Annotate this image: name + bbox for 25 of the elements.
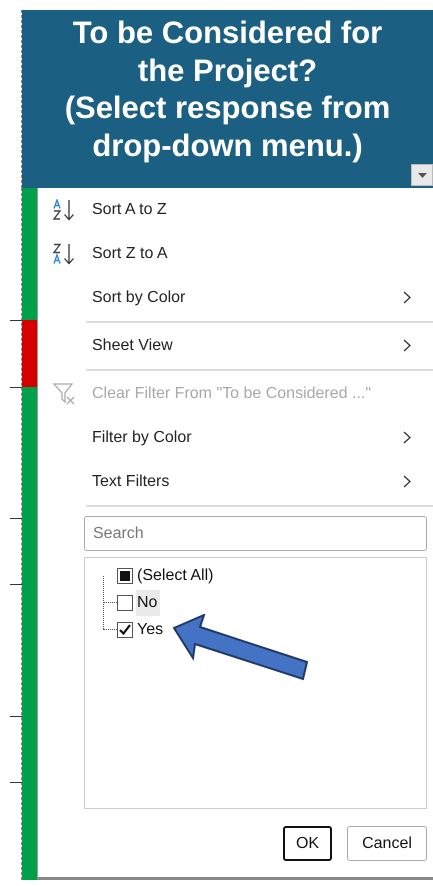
dialog-button[interactable]: OK: [283, 826, 332, 861]
sort-descending-icon: [53, 243, 77, 265]
sort-ascending-icon: [53, 199, 77, 221]
menu-item[interactable]: Sort Z to A: [38, 232, 433, 276]
chevron-right-icon: [403, 475, 411, 488]
menu-item[interactable]: Sort by Color: [38, 276, 433, 320]
checkbox[interactable]: [117, 568, 133, 584]
header-title: To be Considered for the Project? (Select response from drop-down menu.): [64, 14, 392, 164]
value-option[interactable]: Yes: [136, 616, 166, 642]
chevron-right-icon: [403, 291, 411, 304]
dialog-button[interactable]: Cancel: [347, 826, 427, 861]
menu-item[interactable]: Sort A to Z: [38, 188, 433, 232]
filter-clear-icon: [53, 382, 77, 406]
checkbox[interactable]: [117, 594, 133, 610]
chevron-right-icon: [403, 431, 411, 444]
menu-item[interactable]: Sheet View: [38, 324, 433, 368]
value-option[interactable]: No: [136, 590, 160, 616]
caret-icon: [418, 172, 426, 178]
value-option[interactable]: (Select All): [136, 562, 216, 588]
search-field[interactable]: Search: [84, 516, 427, 551]
menu-item[interactable]: Text Filters: [38, 460, 433, 504]
filter-dropdown-button[interactable]: [411, 164, 433, 186]
chevron-right-icon: [403, 339, 411, 352]
menu-item[interactable]: Filter by Color: [38, 416, 433, 460]
checkbox[interactable]: [117, 622, 133, 638]
